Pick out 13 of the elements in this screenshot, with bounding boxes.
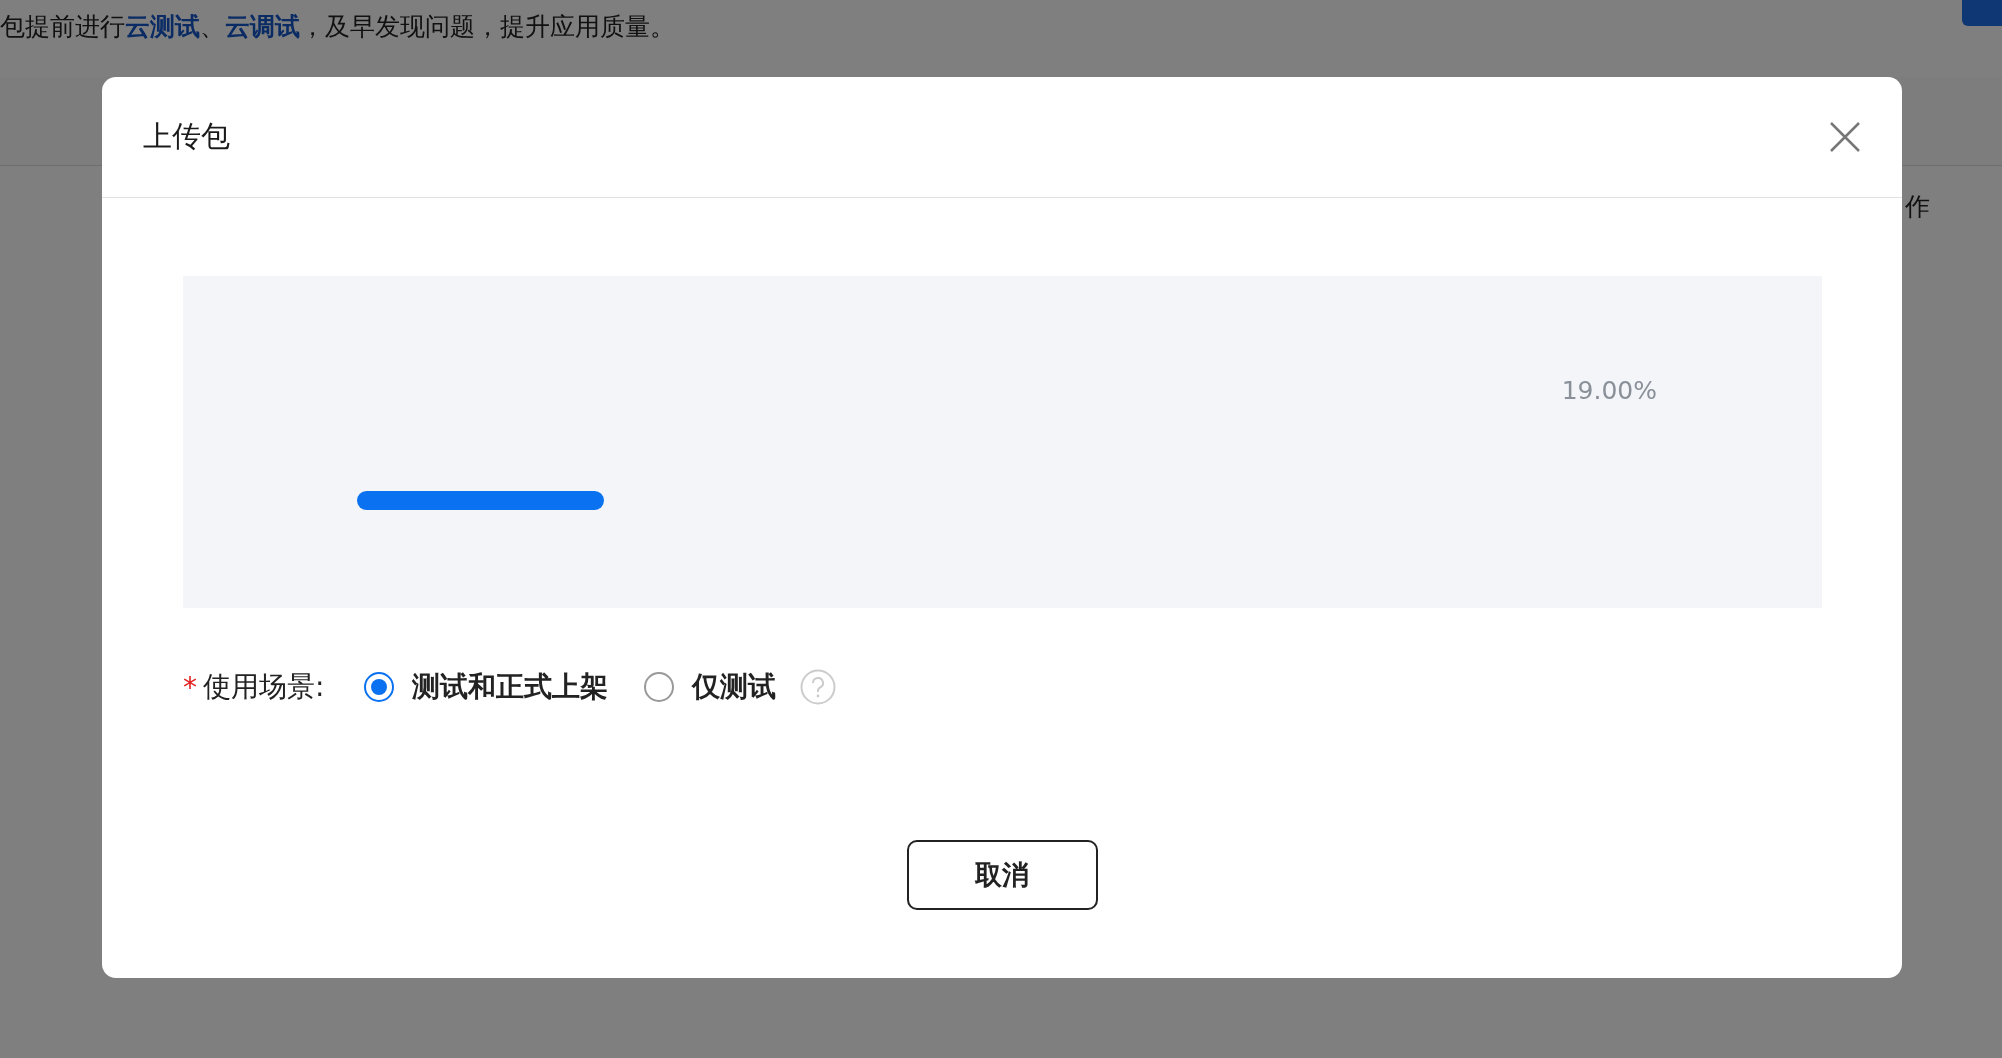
dialog-title: 上传包 — [143, 118, 230, 155]
column-header: 作 — [1905, 191, 1930, 223]
radio-option[interactable]: 测试和正式上架 — [364, 668, 609, 706]
help-icon[interactable] — [800, 669, 837, 705]
cancel-button[interactable]: 取消 — [906, 840, 1098, 910]
intro-text: 包提前进行云测试、云调试，及早发现问题，提升应用质量。 — [0, 11, 675, 43]
progress-percent: 19.00% — [1561, 376, 1657, 405]
close-icon[interactable] — [1828, 120, 1862, 154]
radio-button[interactable] — [364, 672, 395, 702]
radio-button[interactable] — [644, 672, 675, 702]
radio-option[interactable]: 仅测试 — [644, 668, 777, 706]
field-label: 使用场景: — [203, 669, 325, 705]
required-mark: * — [183, 670, 197, 704]
